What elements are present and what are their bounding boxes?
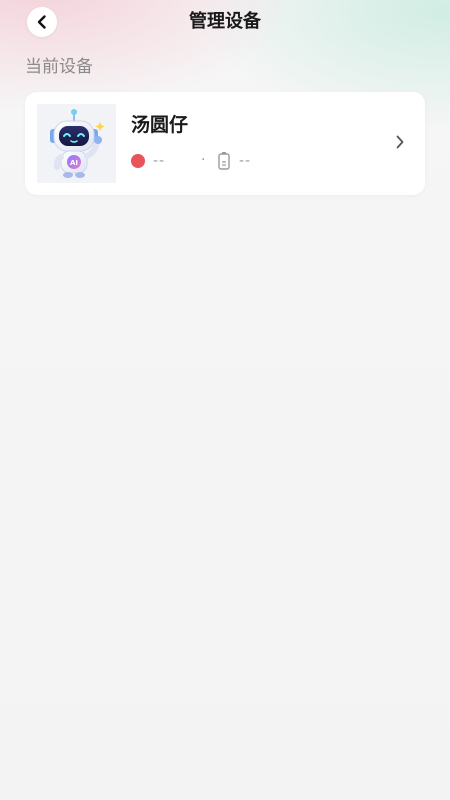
battery-level-text: -- [239, 153, 252, 169]
device-name: 汤圆仔 [131, 114, 189, 136]
header: 管理设备 [0, 0, 450, 44]
status-separator: · [201, 152, 206, 168]
svg-text:AI: AI [70, 159, 78, 167]
device-status-row: -- · -- [131, 151, 281, 173]
battery-icon [218, 152, 230, 170]
page-title: 管理设备 [189, 11, 261, 32]
connection-status-text: -- [153, 153, 166, 169]
robot-ai-icon: AI [50, 109, 105, 178]
section-label-current-device: 当前设备 [25, 57, 93, 77]
chevron-right-icon [396, 135, 404, 149]
device-card[interactable]: AI 汤圆仔 -- · -- [25, 92, 425, 195]
device-avatar: AI [37, 104, 116, 183]
connection-status-dot [131, 154, 145, 168]
